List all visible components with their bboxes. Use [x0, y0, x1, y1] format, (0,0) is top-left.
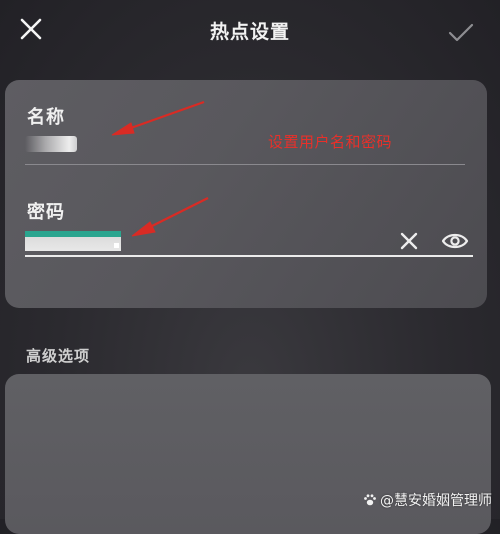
confirm-button[interactable]: [448, 22, 474, 44]
name-label: 名称: [27, 107, 65, 128]
name-underline: [25, 164, 465, 165]
advanced-options-card[interactable]: [5, 374, 491, 534]
password-input[interactable]: [25, 231, 121, 251]
clear-icon: [400, 232, 418, 250]
watermark: @慧安婚姻管理师: [363, 490, 492, 510]
name-input[interactable]: [25, 136, 77, 152]
top-bar: 热点设置: [0, 0, 500, 62]
cursor-mark: [114, 243, 119, 248]
toggle-password-visibility-button[interactable]: [441, 229, 469, 253]
advanced-options-heading: 高级选项: [26, 347, 91, 365]
password-label: 密码: [27, 202, 65, 223]
watermark-text: @慧安婚姻管理师: [380, 493, 492, 509]
password-underline: [25, 255, 473, 257]
clear-password-button[interactable]: [398, 230, 420, 252]
page-title: 热点设置: [209, 21, 290, 43]
eye-icon: [441, 233, 469, 249]
checkmark-icon: [448, 23, 474, 42]
paw-icon: [364, 494, 376, 506]
hotspot-settings-card: 名称 密码: [5, 80, 487, 308]
annotation-text: 设置用户名和密码: [268, 133, 393, 151]
